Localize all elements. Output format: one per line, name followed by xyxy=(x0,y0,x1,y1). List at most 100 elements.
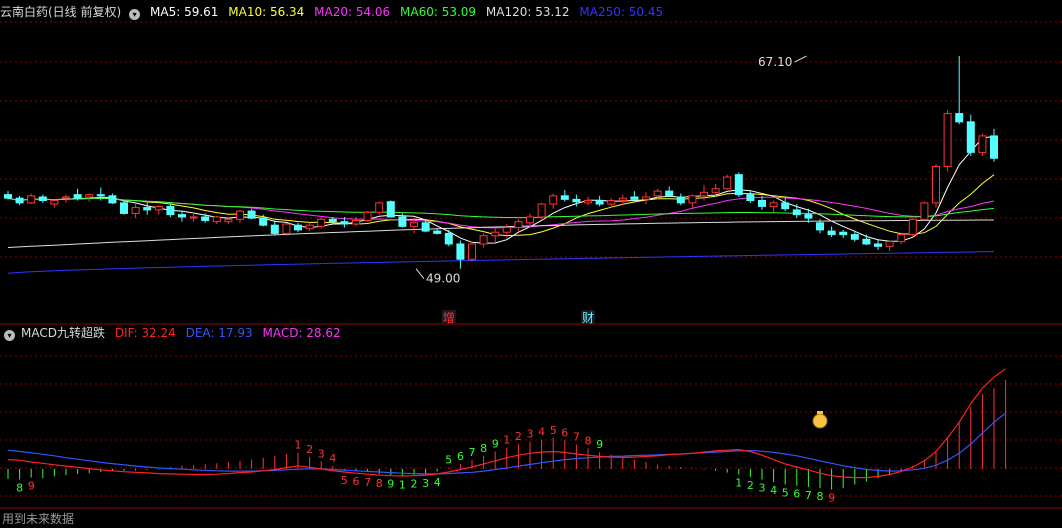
td-count-label: 2 xyxy=(515,430,522,443)
money-bag-icon xyxy=(817,411,823,414)
dif-label: DIF: 32.24 xyxy=(114,326,176,340)
candle-body xyxy=(943,113,952,167)
candle-body xyxy=(317,218,326,227)
td-count-label: 2 xyxy=(306,443,313,456)
macd-header: ▾ MACD九转超跌 DIF: 32.24 DEA: 17.93 MACD: 28… xyxy=(0,324,347,342)
candle-body xyxy=(897,234,906,243)
td-count-label: 8 xyxy=(585,434,592,447)
candle-body xyxy=(328,218,337,223)
price-label-leader xyxy=(415,268,425,279)
candle-body xyxy=(990,135,998,159)
td-count-label: 5 xyxy=(782,486,789,499)
candle-body xyxy=(734,174,743,196)
candle-body xyxy=(386,201,395,218)
candle-body xyxy=(758,200,766,207)
candle-body xyxy=(352,219,360,225)
macd-value-label: MACD: 28.62 xyxy=(262,326,341,340)
td-count-label: 6 xyxy=(561,426,568,439)
price-label-leader xyxy=(794,55,807,63)
candle-body xyxy=(340,221,349,225)
candle-body xyxy=(966,121,975,153)
candle-body xyxy=(491,231,500,237)
candle-body xyxy=(363,211,372,221)
candle-body xyxy=(526,216,534,224)
dea-label: DEA: 17.93 xyxy=(185,326,253,340)
td-count-label: 3 xyxy=(527,428,534,441)
candle-body xyxy=(607,200,616,205)
candle-body xyxy=(850,234,859,240)
main-chart-title: 云南白药(日线 前复权) xyxy=(0,5,122,19)
candle-body xyxy=(502,227,511,233)
candle-body xyxy=(642,196,650,200)
candle-body xyxy=(711,188,720,193)
candle-body xyxy=(15,197,24,204)
candle-body xyxy=(375,202,384,213)
td-count-label: 8 xyxy=(817,490,824,503)
candle-body xyxy=(514,221,523,229)
candle-body xyxy=(595,200,604,205)
candle-body xyxy=(178,214,186,218)
td-count-label: 1 xyxy=(295,439,302,452)
candle-body xyxy=(653,190,662,197)
stock-chart: 67.1049.00增财 8 91 2 3 45 6 7 8 9 1 2 3 45 6 7 8 9 1 2 3 4 5 6 7… xyxy=(0,21,1062,509)
candle-body xyxy=(560,195,569,200)
candle-body xyxy=(978,135,987,153)
td-count-label: 7 xyxy=(805,489,812,502)
candle-body xyxy=(688,195,697,204)
ma120-label: MA120: 53.12 xyxy=(485,5,570,19)
candle-body xyxy=(154,205,163,211)
candle-body xyxy=(781,202,790,210)
ma5-label: MA5: 59.61 xyxy=(150,5,219,19)
td-count-label: 2 xyxy=(747,479,754,492)
candle-body xyxy=(862,238,871,245)
td-count-label: 7 xyxy=(469,446,476,459)
td-count-label: 5 xyxy=(341,474,348,487)
candle-body xyxy=(131,207,140,214)
candle-body xyxy=(270,224,279,234)
candle-body xyxy=(108,195,117,204)
td-count-label: 9 xyxy=(596,438,603,451)
td-count-label: 6 xyxy=(353,475,360,488)
candle-body xyxy=(189,216,198,219)
td-count-label: 9 xyxy=(387,478,394,491)
candle-body xyxy=(27,195,36,204)
td-count-label: 3 xyxy=(422,477,429,490)
candle-body xyxy=(816,222,824,231)
candle-body xyxy=(259,217,268,226)
candle-body xyxy=(456,243,465,260)
main-chart-header: 云南白药(日线 前复权) ▾ MA5: 59.61 MA10: 56.34 MA2… xyxy=(0,3,669,21)
candle-body xyxy=(143,207,152,211)
high-price-label: 67.10 xyxy=(758,55,792,69)
candle-body xyxy=(468,243,476,260)
candle-body xyxy=(549,195,558,205)
settings-circle-icon[interactable]: ▾ xyxy=(129,9,141,20)
td-count-label: 4 xyxy=(770,484,777,497)
low-price-label: 49.00 xyxy=(426,272,460,286)
td-count-label: 8 xyxy=(376,477,383,490)
candle-body xyxy=(827,230,836,236)
candle-body xyxy=(630,196,639,200)
td-count-label: 9 xyxy=(492,437,499,450)
candle-body xyxy=(282,223,291,234)
candle-body xyxy=(410,222,418,227)
candle-body xyxy=(804,214,813,219)
td-count-label: 5 xyxy=(445,454,452,467)
candle-body xyxy=(201,216,210,221)
candle-body xyxy=(166,205,175,216)
td-count-label: 1 xyxy=(503,434,510,447)
td-count-label: 2 xyxy=(411,478,418,491)
td-count-label: 9 xyxy=(28,480,35,493)
ma250-line xyxy=(7,251,995,274)
td-count-label: 1 xyxy=(735,476,742,489)
ma60-label: MA60: 53.09 xyxy=(400,5,477,19)
macd-title: MACD九转超跌 xyxy=(21,326,105,340)
td-count-label: 6 xyxy=(793,488,800,501)
footer-note: 用到未来数据 xyxy=(2,512,75,526)
settings-circle-icon[interactable]: ▾ xyxy=(4,330,15,341)
td-count-label: 8 xyxy=(480,442,487,455)
candle-body xyxy=(421,222,430,232)
td-count-label: 7 xyxy=(573,431,580,444)
candle-body xyxy=(676,196,685,204)
candle-body xyxy=(932,165,940,204)
td-count-label: 3 xyxy=(318,447,325,460)
